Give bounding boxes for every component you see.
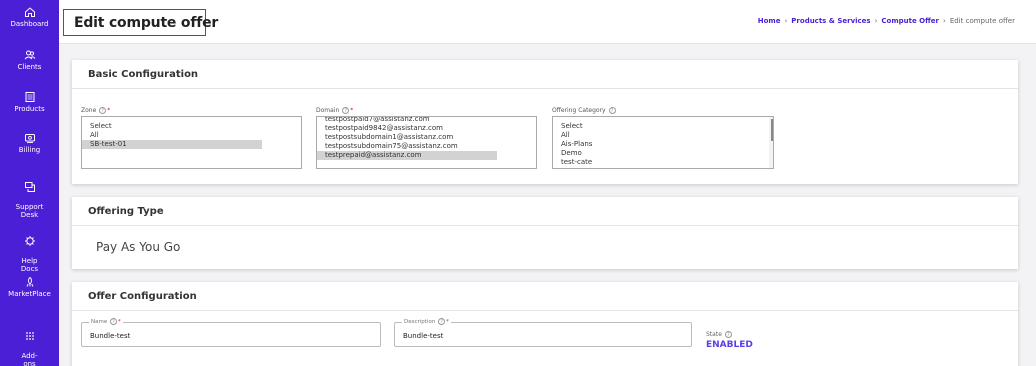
domain-option[interactable]: testpostsubdomain1@assistanz.com bbox=[317, 133, 536, 142]
chevron-right-icon: › bbox=[943, 17, 946, 25]
state-value[interactable]: ENABLED bbox=[706, 340, 753, 350]
help-icon: ? bbox=[608, 107, 616, 114]
sidebar-item-label: MarketPlace bbox=[8, 290, 51, 298]
offering-type-heading: Offering Type bbox=[72, 197, 1018, 226]
scrollbar[interactable] bbox=[769, 117, 773, 168]
sidebar-item-products[interactable]: Products bbox=[0, 91, 59, 113]
help-icon: ? bbox=[109, 318, 117, 325]
category-option[interactable]: Ais-Plans bbox=[553, 140, 773, 149]
breadcrumb-products-services[interactable]: Products & Services bbox=[791, 17, 870, 25]
zone-option-selected[interactable]: SB-test-01 bbox=[82, 140, 262, 149]
home-icon bbox=[24, 7, 35, 17]
category-option[interactable]: Select bbox=[553, 122, 773, 131]
category-option[interactable]: Demo bbox=[553, 149, 773, 158]
domain-option[interactable]: testpostpaid9842@assistanz.com bbox=[317, 124, 536, 133]
basic-configuration-card: Basic Configuration Zone ? * Select All S… bbox=[72, 60, 1018, 184]
breadcrumb: Home › Products & Services › Compute Offer › E… bbox=[758, 17, 1015, 25]
marketplace-icon bbox=[26, 276, 33, 287]
help-icon: ? bbox=[342, 107, 350, 114]
breadcrumb-current: Edit compute offer bbox=[949, 17, 1015, 25]
name-field-value[interactable]: Bundle-test bbox=[90, 332, 130, 340]
zone-option[interactable]: Select bbox=[82, 122, 301, 131]
sidebar-item-billing[interactable]: Billing bbox=[0, 132, 59, 154]
sidebar-item-label: Support Desk bbox=[15, 203, 44, 219]
zone-label: Zone ? * bbox=[81, 107, 111, 114]
addons-icon bbox=[25, 332, 34, 340]
offering-type-value: Pay As You Go bbox=[96, 240, 181, 254]
sidebar-item-label: Clients bbox=[17, 63, 42, 71]
help-icon bbox=[24, 236, 35, 246]
sidebar-item-clients[interactable]: Clients bbox=[0, 49, 59, 71]
sidebar-item-label: Billing bbox=[18, 146, 41, 154]
offering-type-card: Offering Type Pay As You Go bbox=[72, 197, 1018, 269]
sidebar-item-help-docs[interactable]: Help Docs bbox=[0, 227, 59, 273]
page-title: Edit compute offer bbox=[74, 14, 219, 31]
category-option[interactable]: test-cate bbox=[553, 158, 773, 167]
domain-select[interactable]: testpostpaid7@assistanz.com testpostpaid… bbox=[316, 116, 537, 169]
sidebar-item-add-ons[interactable]: Add- ons bbox=[0, 322, 59, 366]
chevron-right-icon: › bbox=[874, 17, 878, 25]
billing-icon bbox=[24, 134, 35, 143]
users-icon bbox=[24, 50, 35, 60]
sidebar-item-dashboard[interactable]: Dashboard bbox=[0, 6, 59, 28]
page-title-box: Edit compute offer bbox=[63, 9, 218, 36]
help-icon: ? bbox=[724, 331, 732, 338]
chevron-right-icon: › bbox=[784, 17, 788, 25]
zone-option[interactable]: All bbox=[82, 131, 301, 140]
support-icon bbox=[24, 182, 35, 192]
description-field-value[interactable]: Bundle-test bbox=[403, 332, 443, 340]
help-icon: ? bbox=[438, 318, 446, 325]
scrollbar-thumb[interactable] bbox=[771, 119, 773, 141]
sidebar-item-marketplace[interactable]: MarketPlace bbox=[0, 276, 59, 298]
breadcrumb-home[interactable]: Home bbox=[758, 17, 781, 25]
name-field-label: Name ? * bbox=[89, 318, 123, 325]
domain-option-selected[interactable]: testprepaid@assistanz.com bbox=[317, 151, 497, 160]
offering-category-select[interactable]: Select All Ais-Plans Demo test-cate bbox=[552, 116, 774, 169]
offer-configuration-card: Offer Configuration Name ? * Bundle-test … bbox=[72, 282, 1018, 366]
state-label: State ? bbox=[706, 331, 733, 338]
category-option[interactable]: All bbox=[553, 131, 773, 140]
sidebar-item-label: Products bbox=[14, 105, 45, 113]
products-icon bbox=[25, 92, 34, 102]
sidebar-item-label: Add- ons bbox=[21, 352, 38, 366]
basic-configuration-heading: Basic Configuration bbox=[72, 60, 1018, 89]
sidebar-item-label: Dashboard bbox=[10, 20, 49, 28]
domain-label: Domain ? * bbox=[316, 107, 354, 114]
help-icon: ? bbox=[99, 107, 107, 114]
page-header: Edit compute offer Home › Products & Servi… bbox=[59, 0, 1036, 44]
name-field[interactable]: Name ? * Bundle-test bbox=[81, 318, 381, 347]
description-field[interactable]: Description ? * Bundle-test bbox=[394, 318, 692, 347]
domain-option[interactable]: testpostsubdomain75@assistanz.com bbox=[317, 142, 536, 151]
description-field-label: Description ? * bbox=[402, 318, 451, 325]
sidebar: Dashboard Clients Products Billing Suppo… bbox=[0, 0, 59, 366]
breadcrumb-compute-offer[interactable]: Compute Offer bbox=[881, 17, 939, 25]
zone-select[interactable]: Select All SB-test-01 bbox=[81, 116, 302, 169]
offering-category-label: Offering Category ? bbox=[552, 107, 617, 114]
sidebar-item-label: Help Docs bbox=[20, 257, 39, 273]
offer-configuration-heading: Offer Configuration bbox=[72, 282, 1018, 311]
domain-option[interactable]: testpostpaid7@assistanz.com bbox=[317, 117, 536, 124]
sidebar-item-support-desk[interactable]: Support Desk bbox=[0, 173, 59, 219]
